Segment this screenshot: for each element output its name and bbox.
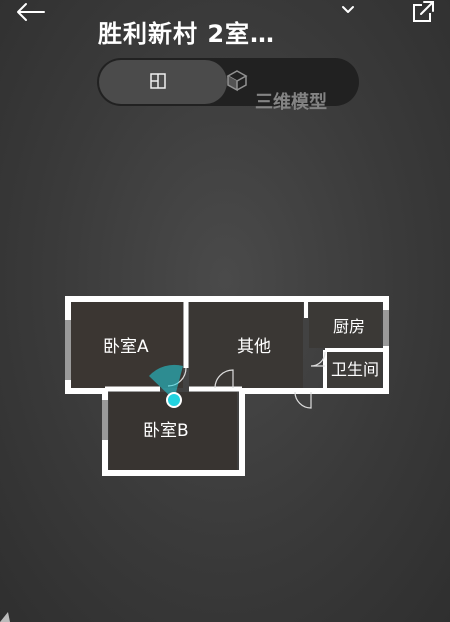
room-label-bedroom-a: 卧室A — [103, 337, 149, 357]
3d-model-view-option[interactable]: 三维模型 — [226, 60, 357, 113]
door-arc-bathroom — [310, 351, 326, 367]
window-kitchen — [383, 310, 389, 346]
floorplan-2d-icon — [150, 73, 166, 89]
back-button[interactable] — [8, 0, 48, 28]
arrow-left-icon — [17, 3, 45, 21]
title-dropdown-button[interactable] — [336, 0, 360, 20]
external-link-icon — [413, 1, 434, 22]
view-mode-toggle: 三维模型 — [97, 58, 359, 113]
chevron-down-icon — [342, 6, 354, 13]
current-location-marker[interactable] — [166, 392, 182, 408]
3d-model-label: 三维模型 — [255, 92, 327, 113]
room-label-bathroom: 卫生间 — [331, 360, 379, 379]
cube-3d-icon — [226, 70, 248, 92]
window-bedroom-b — [102, 400, 108, 440]
top-bar: 胜利新村 2室… — [0, 0, 450, 54]
room-label-other: 其他 — [237, 337, 271, 357]
room-label-kitchen: 厨房 — [333, 317, 365, 336]
page-title: 胜利新村 2室… — [98, 20, 276, 48]
room-label-bedroom-b: 卧室B — [143, 421, 189, 441]
floorplan: 卧室A 其他 厨房 卫生间 卧室B — [65, 296, 389, 476]
floorplan-view-option[interactable] — [99, 60, 227, 104]
corner-triangle-icon — [0, 612, 10, 622]
share-button[interactable] — [410, 0, 436, 24]
door-arc-exit — [294, 391, 312, 409]
window-left — [65, 320, 71, 380]
